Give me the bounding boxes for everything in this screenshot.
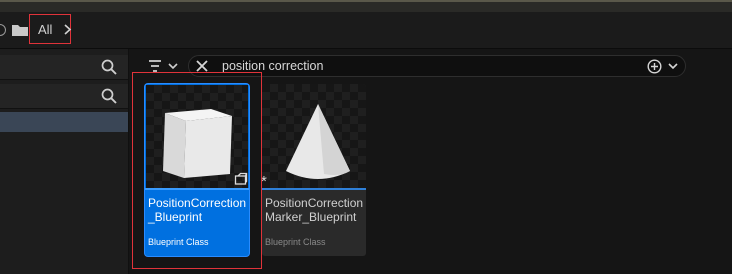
asset-name: PositionCorrection_Blueprint — [148, 196, 247, 224]
asset-search-bar[interactable]: position correction — [188, 55, 686, 77]
window-top-strip-shade — [0, 2, 732, 12]
path-bar — [0, 12, 732, 49]
asset-thumbnail-cone — [262, 84, 366, 188]
folder-icon — [12, 25, 28, 36]
search-input[interactable]: position correction — [222, 59, 323, 73]
cube-shape — [163, 109, 232, 178]
asset-class-label: Blueprint Class — [148, 237, 209, 247]
chevron-down-icon[interactable] — [668, 62, 678, 70]
plus-circle-icon[interactable] — [647, 59, 662, 74]
breadcrumb: All — [29, 14, 72, 44]
asset-type-bar — [262, 188, 366, 190]
asset-name: PositionCorrectionMarker_Blueprint — [265, 196, 364, 224]
cone-shape — [286, 104, 350, 179]
blueprint-icon — [234, 172, 248, 185]
asset-thumbnail-cube — [146, 85, 248, 188]
asset-tile[interactable]: PositionCorrection_Blueprint Blueprint C… — [145, 84, 249, 256]
asset-tile[interactable]: * PositionCorrectionMarker_Blueprint Blu… — [262, 84, 366, 256]
sources-panel — [0, 49, 129, 274]
favorites-search-row — [0, 55, 128, 80]
close-icon[interactable] — [195, 59, 209, 73]
folders-search-row — [0, 84, 128, 109]
folder-tree-selected-row[interactable] — [0, 112, 128, 132]
unsaved-star-icon: * — [262, 174, 267, 189]
search-icon[interactable] — [101, 88, 117, 104]
asset-class-label: Blueprint Class — [265, 237, 326, 247]
asset-type-bar — [145, 188, 249, 190]
breadcrumb-all[interactable]: All — [38, 22, 52, 37]
search-icon[interactable] — [101, 59, 117, 75]
chevron-right-icon[interactable] — [63, 24, 72, 35]
